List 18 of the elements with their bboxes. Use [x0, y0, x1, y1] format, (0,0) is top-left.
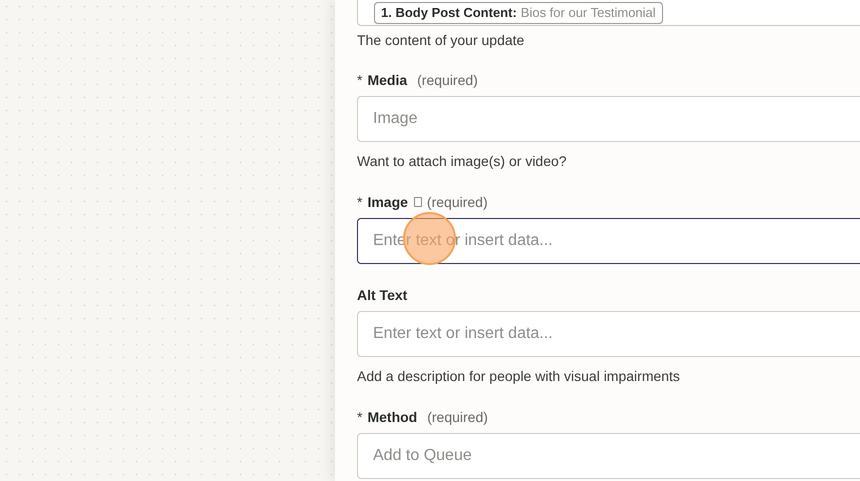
required-marker: *: [357, 193, 362, 211]
document-icon: [414, 197, 422, 207]
hint-text: The content of your update: [357, 31, 526, 50]
content-field[interactable]: 1. Body Post Content: Bios for our Testimonial: [357, 0, 860, 26]
required-marker: *: [357, 71, 362, 89]
required-note: (required): [417, 71, 478, 89]
pill-value: Bios for our Testimonial: [520, 4, 656, 22]
field-label: Alt Text: [357, 286, 408, 304]
required-note: (required): [426, 193, 488, 211]
field-label: Image: [367, 193, 408, 211]
required-note: (required): [427, 408, 488, 426]
hint-text: Want to attach image(s) or video?: [357, 152, 568, 171]
required-marker: *: [357, 408, 362, 426]
hint-text: Add a description for people with visual impairments: [357, 367, 681, 386]
data-pill[interactable]: 1. Body Post Content: Bios for our Testimonial: [374, 2, 663, 24]
pill-label: 1. Body Post Content:: [381, 4, 517, 22]
field-label: Method: [367, 408, 418, 426]
field-label: Media: [367, 71, 408, 89]
